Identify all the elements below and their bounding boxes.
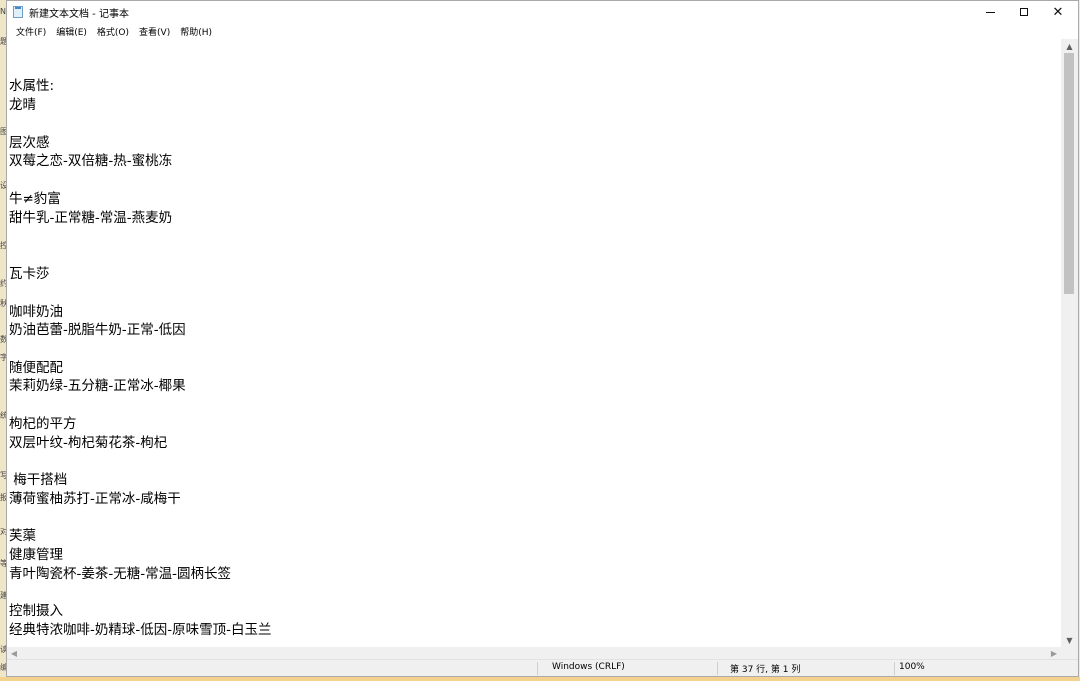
text-editor-area[interactable]: 水属性: 龙晴 层次感 双莓之恋-双倍糖-热-蜜桃冻 牛≠豹富 甜牛乳-正常糖-… (7, 39, 1061, 647)
text-line: 牛≠豹富 (9, 191, 61, 207)
menu-bar: 文件(F) 编辑(E) 格式(O) 查看(V) 帮助(H) (7, 23, 1078, 39)
minimize-button[interactable] (973, 1, 1007, 23)
status-encoding: Windows (CRLF) (552, 662, 625, 672)
vertical-scrollbar[interactable]: ▲ ▼ (1061, 39, 1078, 647)
window-title: 新建文本文档 - 记事本 (29, 9, 129, 20)
text-line: 控制摄入 (9, 603, 63, 619)
scroll-up-arrow-icon[interactable]: ▲ (1061, 39, 1078, 53)
scroll-down-arrow-icon[interactable]: ▼ (1061, 633, 1078, 647)
title-bar[interactable]: 新建文本文档 - 记事本 ✕ (7, 1, 1078, 23)
status-divider (717, 662, 718, 675)
text-line: 咖啡奶油 (9, 304, 63, 320)
text-line: 瓦卡莎 (9, 266, 50, 282)
text-line: 健康管理 (9, 547, 63, 563)
menu-file[interactable]: 文件(F) (11, 24, 51, 39)
menu-format[interactable]: 格式(O) (92, 24, 134, 39)
text-line: 梅干搭档 (9, 472, 68, 488)
scroll-right-arrow-icon[interactable]: ▶ (1047, 647, 1061, 659)
text-line: 水属性: (9, 78, 55, 94)
close-button[interactable]: ✕ (1041, 1, 1075, 23)
status-cursor-position: 第 37 行, 第 1 列 (730, 665, 801, 675)
text-line: 芙蕖 (9, 528, 36, 544)
text-line: 龙晴 (9, 97, 36, 113)
text-line: 双莓之恋-双倍糖-热-蜜桃冻 (9, 153, 173, 169)
close-icon: ✕ (1052, 4, 1064, 20)
status-divider (894, 662, 895, 675)
status-zoom: 100% (899, 662, 925, 672)
text-line: 枸杞的平方 (9, 416, 77, 432)
status-bar: Windows (CRLF) 第 37 行, 第 1 列 100% (7, 659, 1078, 676)
text-line: 层次感 (9, 135, 50, 151)
menu-view[interactable]: 查看(V) (134, 24, 175, 39)
maximize-button[interactable] (1007, 1, 1041, 23)
text-line: 随便配配 (9, 360, 63, 376)
text-line: 茉莉奶绿-五分糖-正常冰-椰果 (9, 378, 186, 394)
minimize-icon (985, 11, 995, 13)
notepad-window: 新建文本文档 - 记事本 ✕ 文件(F) 编辑(E) 格式(O) 查看(V) 帮… (6, 0, 1079, 677)
maximize-icon (1020, 8, 1028, 16)
scroll-left-arrow-icon[interactable]: ◀ (7, 647, 21, 659)
text-line: 奶油芭蕾-脱脂牛奶-正常-低因 (9, 322, 186, 338)
vertical-scroll-thumb[interactable] (1064, 53, 1074, 294)
text-line: 薄荷蜜柚苏打-正常冰-咸梅干 (9, 491, 181, 507)
notepad-icon (13, 6, 23, 18)
text-line: 甜牛乳-正常糖-常温-燕麦奶 (9, 210, 173, 226)
horizontal-scrollbar[interactable]: ◀ ▶ (7, 647, 1061, 659)
text-line: 经典特浓咖啡-奶精球-低因-原味雪顶-白玉兰 (9, 622, 272, 638)
scrollbar-corner (1061, 647, 1078, 659)
text-line: 青叶陶瓷杯-姜茶-无糖-常温-圆柄长签 (9, 566, 231, 582)
taskbar-edge (0, 677, 1080, 681)
menu-edit[interactable]: 编辑(E) (51, 24, 92, 39)
menu-help[interactable]: 帮助(H) (175, 24, 217, 39)
status-divider (537, 662, 538, 675)
text-line: 双层叶纹-枸杞菊花茶-枸杞 (9, 435, 168, 451)
